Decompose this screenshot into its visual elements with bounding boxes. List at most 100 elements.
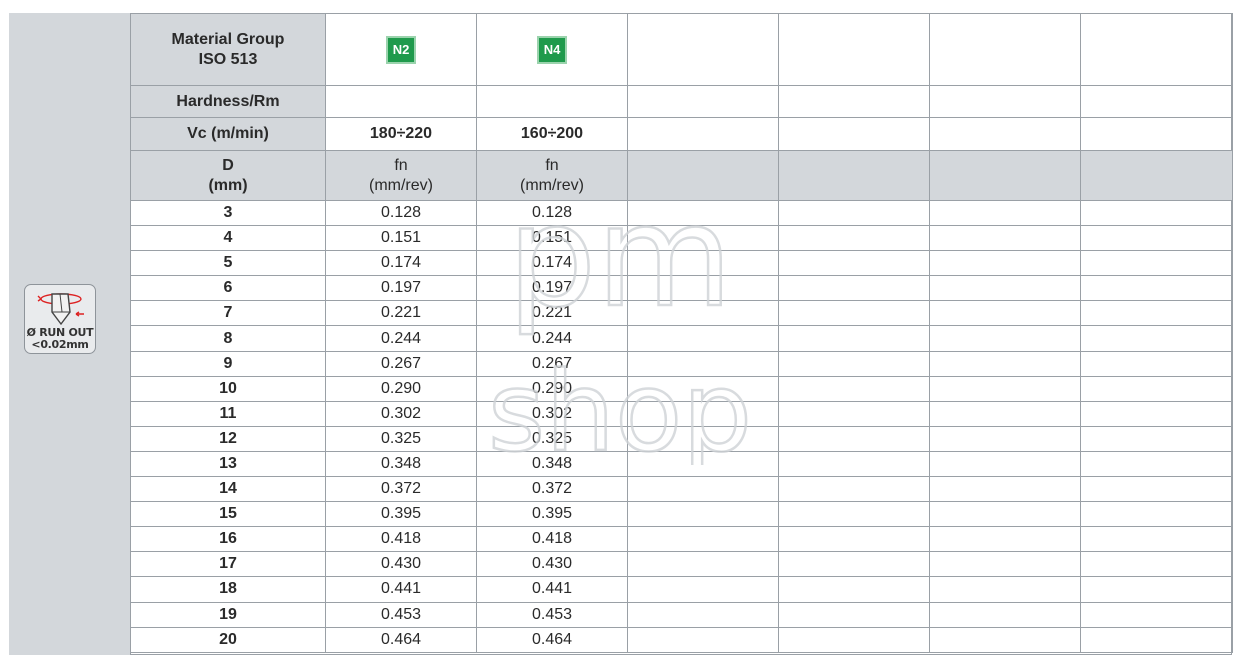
diameter-cell: 17 (130, 551, 326, 578)
diameter-cell: 4 (130, 225, 326, 252)
diameter-cell: 11 (130, 400, 326, 427)
diameter-cell: 18 (130, 576, 326, 603)
empty-cell (1080, 300, 1233, 327)
feed-n2-cell: 0.418 (325, 526, 477, 553)
empty-cell (929, 576, 1081, 603)
empty-cell (627, 551, 779, 578)
empty-cell (778, 400, 930, 427)
empty-cell (929, 476, 1081, 503)
diameter-cell: 3 (130, 199, 326, 227)
empty-cell (929, 626, 1081, 653)
feed-n2-cell: 0.174 (325, 250, 477, 277)
empty-cell (778, 526, 930, 553)
feed-n2-cell: 0.221 (325, 300, 477, 327)
diameter-cell: 15 (130, 501, 326, 528)
table-row: 19 0.453 0.453 (130, 601, 1233, 628)
empty-cell (929, 300, 1081, 327)
feed-n4-cell: 0.418 (476, 526, 628, 553)
feed-n2-cell: 0.128 (325, 199, 477, 227)
empty-cell (778, 275, 930, 302)
feed-n4-cell: 0.302 (476, 400, 628, 427)
vc-label: Vc (m/min) (130, 117, 326, 151)
diameter-header: D (mm) (130, 150, 326, 201)
diameter-cell: 6 (130, 275, 326, 302)
material-badge-n2: N2 (385, 35, 417, 64)
empty-cell (929, 501, 1081, 528)
runout-line2: <0.02mm (31, 338, 89, 351)
empty-cell (1080, 225, 1233, 252)
empty-cell (929, 199, 1081, 227)
empty-cell (1080, 250, 1233, 277)
empty-cell (778, 199, 930, 227)
feed-n2-cell: 0.267 (325, 350, 477, 377)
fn-header-n4: fn (mm/rev) (476, 150, 628, 201)
feed-n4-cell: 0.267 (476, 350, 628, 377)
diameter-cell: 12 (130, 425, 326, 452)
feed-n2-cell: 0.151 (325, 225, 477, 252)
feed-n4-cell: 0.325 (476, 425, 628, 452)
empty-cell (1080, 425, 1233, 452)
unit-header-row: D (mm) fn (mm/rev) fn (mm/rev) (130, 150, 1233, 201)
empty-cell (627, 300, 779, 327)
empty-cell (778, 450, 930, 478)
empty-cell (929, 250, 1081, 277)
empty-cell (929, 325, 1081, 352)
empty-cell (929, 350, 1081, 377)
table-row: 18 0.441 0.441 (130, 576, 1233, 603)
empty-cell (1080, 325, 1233, 352)
empty-cell (627, 350, 779, 377)
empty-cell (778, 250, 930, 277)
feed-n4-cell: 0.197 (476, 275, 628, 302)
hardness-label: Hardness/Rm (130, 85, 326, 118)
empty-cell (627, 576, 779, 603)
feed-n4-cell: 0.128 (476, 199, 628, 227)
empty-cell (778, 576, 930, 603)
empty-cell (929, 225, 1081, 252)
table-row: 15 0.395 0.395 (130, 501, 1233, 528)
feed-n4-cell: 0.372 (476, 476, 628, 503)
empty-cell (929, 601, 1081, 628)
empty-cell (627, 375, 779, 402)
empty-cell (627, 225, 779, 252)
empty-cell (929, 450, 1081, 478)
empty-cell (627, 325, 779, 352)
cutting-data-table: Material Group ISO 513 N2 N4 Hardness/Rm … (130, 13, 1233, 653)
empty-cell (778, 425, 930, 452)
feed-n2-cell: 0.290 (325, 375, 477, 402)
feed-n2-cell: 0.372 (325, 476, 477, 503)
empty-cell (1080, 400, 1233, 427)
empty-cell (778, 350, 930, 377)
feed-n2-cell: 0.348 (325, 450, 477, 478)
feed-n2-cell: 0.395 (325, 501, 477, 528)
table-row: 3 0.128 0.128 (130, 199, 1233, 227)
table-row: 10 0.290 0.290 (130, 375, 1233, 402)
empty-cell (929, 425, 1081, 452)
drill-runout-icon (37, 293, 84, 326)
empty-cell (929, 275, 1081, 302)
table-row: 14 0.372 0.372 (130, 476, 1233, 503)
empty-cell (778, 375, 930, 402)
diameter-cell: 20 (130, 626, 326, 653)
diameter-cell: 16 (130, 526, 326, 553)
feed-n4-cell: 0.151 (476, 225, 628, 252)
empty-cell (778, 601, 930, 628)
empty-cell (627, 601, 779, 628)
feed-n4-cell: 0.441 (476, 576, 628, 603)
empty-cell (627, 501, 779, 528)
empty-cell (778, 626, 930, 653)
empty-cell (1080, 350, 1233, 377)
empty-cell (778, 300, 930, 327)
empty-cell (1080, 275, 1233, 302)
table-row: 17 0.430 0.430 (130, 551, 1233, 578)
feed-n2-cell: 0.441 (325, 576, 477, 603)
feed-n2-cell: 0.244 (325, 325, 477, 352)
diameter-cell: 9 (130, 350, 326, 377)
empty-cell (778, 225, 930, 252)
feed-n2-cell: 0.197 (325, 275, 477, 302)
feed-n2-cell: 0.302 (325, 400, 477, 427)
table-row: 20 0.464 0.464 (130, 626, 1233, 653)
group-n2-cell: N2 (325, 13, 477, 86)
empty-cell (1080, 375, 1233, 402)
material-group-label: Material Group ISO 513 (130, 13, 326, 86)
feed-n4-cell: 0.221 (476, 300, 628, 327)
